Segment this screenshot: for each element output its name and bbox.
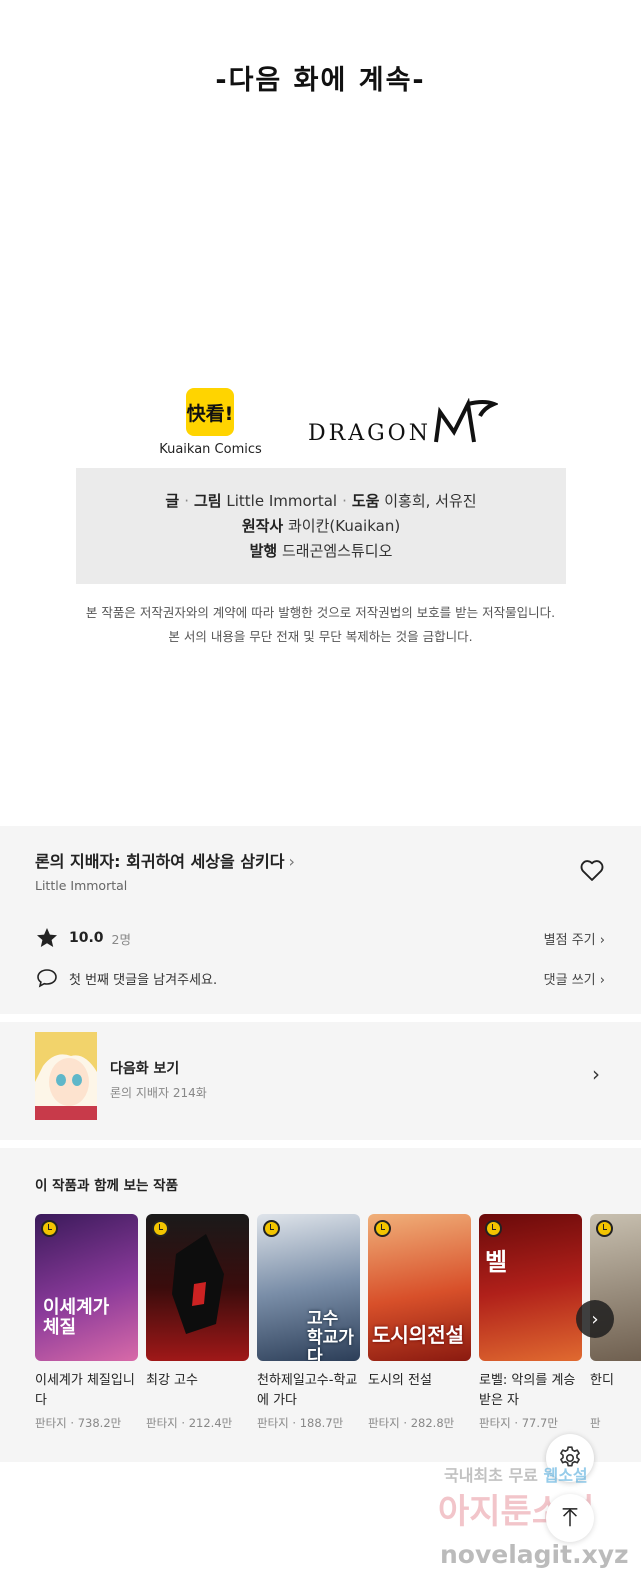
recommendation-views: 188.7만 [299, 1416, 344, 1430]
series-author: Little Immortal [35, 878, 128, 893]
rate-button[interactable]: 별점 주기 › [544, 929, 605, 948]
publisher-value: 드래곤엠스튜디오 [281, 541, 393, 560]
recommendations-section: 이 작품과 함께 보는 작품 이세계가 체질 이세계가 체질입니다 판타지 · … [0, 1148, 641, 1462]
recommendation-cover [590, 1214, 641, 1361]
recommendation-title: 최강 고수 [146, 1373, 198, 1388]
cover-title-text: 벨 [485, 1248, 508, 1276]
publisher-label: 발행 [249, 541, 278, 560]
cover-title-text: 도시의전설 [372, 1323, 464, 1347]
comment-row: 첫 번째 댓글을 남겨주세요. 댓글 쓰기 › [35, 966, 605, 990]
chevron-right-icon: › [599, 972, 605, 988]
recommendation-cover: 벨 [479, 1214, 582, 1361]
scroll-to-top-button[interactable] [546, 1494, 594, 1542]
write-comment-button[interactable]: 댓글 쓰기 › [544, 969, 605, 988]
clock-badge-icon [596, 1220, 613, 1237]
credit-line-author: 글 · 그림 Little Immortal · 도움 이홍희, 서유진 [165, 491, 477, 510]
recommendation-card[interactable]: 이세계가 체질 이세계가 체질입니다 판타지 · 738.2만 [35, 1214, 138, 1431]
recommendation-title: 도시의 전설 [368, 1373, 432, 1388]
viewer-page: -다음 화에 계속- 快看! Kuaikan Comics DRAGON 글 · 그… [0, 0, 641, 1587]
chevron-right-icon: › [591, 1308, 599, 1330]
site-watermark: 국내최초 무료 웹소설 아지툰소설 novelagit.xyz [434, 1462, 634, 1582]
next-episode-card[interactable]: 다음화 보기 론의 지배자 214화 › [0, 1022, 641, 1140]
recommendation-cover [146, 1214, 249, 1361]
original-value: 콰이칸(Kuaikan) [288, 516, 401, 535]
star-icon [37, 928, 57, 947]
recommendation-genre: 판타지 [146, 1416, 178, 1430]
clock-badge-icon [41, 1220, 58, 1237]
clock-badge-icon [374, 1220, 391, 1237]
comment-prompt: 첫 번째 댓글을 남겨주세요. [69, 972, 218, 988]
speech-bubble-icon [37, 969, 57, 988]
clock-badge-icon [263, 1220, 280, 1237]
rating-value: 10.0 [69, 930, 104, 946]
recommendation-title: 이세계가 체질입니다 [35, 1373, 135, 1408]
recommendation-genre: 판타지 [479, 1416, 511, 1430]
svg-text:DRAGON: DRAGON [308, 421, 431, 446]
chevron-right-icon: › [599, 932, 605, 948]
recommendation-title: 로벨: 악의를 계승받은 자 [479, 1373, 576, 1408]
next-episode-label: 다음화 보기 [110, 1061, 180, 1077]
recommendation-genre: 판타지 [368, 1416, 400, 1430]
kuaikan-logo: 快看! [186, 388, 234, 436]
watermark-line3: novelagit.xyz [440, 1540, 629, 1569]
author-name: Little Immortal [226, 491, 338, 510]
recommendation-genre: 판타지 [257, 1416, 289, 1430]
recommendation-meta: 판타지 · 282.8만 [368, 1416, 455, 1430]
assistant-names: 이홍희, 서유진 [384, 491, 477, 510]
next-episode-subtitle: 론의 지배자 214화 [110, 1086, 207, 1100]
recommendation-card[interactable]: 벨 로벨: 악의를 계승받은 자 판타지 · 77.7만 [479, 1214, 582, 1431]
recommendation-title: 한디 [590, 1373, 614, 1388]
to-be-continued-text: -다음 화에 계속- [215, 65, 426, 96]
dragonm-logo: DRAGON [308, 398, 498, 446]
story-label: 글 [165, 491, 180, 510]
series-title-link[interactable]: 론의 지배자: 회귀하여 세상을 삼키다 › [35, 848, 295, 872]
arrow-up-icon [562, 1508, 578, 1527]
credit-line-original: 원작사 콰이칸(Kuaikan) [242, 516, 400, 537]
next-episode-thumbnail [35, 1032, 97, 1120]
assist-label: 도움 [351, 491, 380, 510]
credit-line-publisher: 발행 드래곤엠스튜디오 [250, 541, 393, 562]
recommendation-cover: 이세계가 체질 [35, 1214, 138, 1361]
recommendation-card[interactable]: 도시의전설 도시의 전설 판타지 · 282.8만 [368, 1214, 471, 1431]
recommendation-meta: 판타지 · 212.4만 [146, 1416, 233, 1430]
scroll-right-button[interactable]: › [576, 1300, 614, 1338]
series-info-panel: 론의 지배자: 회귀하여 세상을 삼키다 › Little Immortal 10… [0, 826, 641, 1014]
copyright-notice-2: 본 서의 내용을 무단 전재 및 무단 복제하는 것을 금합니다. [168, 629, 473, 644]
recommendation-meta: 판타지 · 77.7만 [479, 1416, 558, 1430]
settings-button[interactable] [546, 1434, 594, 1482]
rating-row: 10.0 2명 별점 주기 › [35, 926, 605, 950]
recommendation-card[interactable]: 고수 학교가다 천하제일고수-학교에 가다 판타지 · 188.7만 [257, 1214, 360, 1431]
original-label: 원작사 [241, 516, 284, 535]
recommendation-views: 282.8만 [410, 1416, 455, 1430]
kuaikan-label: Kuaikan Comics [159, 442, 262, 457]
recommendations-heading: 이 작품과 함께 보는 작품 [35, 1178, 178, 1194]
recommendation-meta: 판타지 · 738.2만 [35, 1416, 122, 1430]
art-label: 그림 [194, 491, 222, 510]
rate-label: 별점 주기 [543, 932, 596, 948]
write-comment-label: 댓글 쓰기 [543, 972, 596, 988]
gear-icon [560, 1446, 580, 1467]
cover-title-text: 이세계가 체질 [43, 1297, 110, 1338]
chevron-right-icon: › [592, 1062, 600, 1086]
recommendation-genre: 판타지 [35, 1416, 67, 1430]
recommendation-views: 738.2만 [77, 1416, 122, 1430]
recommendation-cover: 도시의전설 [368, 1214, 471, 1361]
recommendation-cover: 고수 학교가다 [257, 1214, 360, 1361]
chevron-right-icon: › [288, 852, 295, 871]
recommendation-views: 77.7만 [521, 1416, 558, 1430]
copyright-notice-1: 본 작품은 저작권자와의 계약에 따라 발행한 것으로 저작권법의 보호를 받는… [85, 605, 556, 620]
heart-icon[interactable] [578, 856, 606, 884]
watermark-line1a: 국내최초 무료 [444, 1466, 538, 1485]
credits-box: 글 · 그림 Little Immortal · 도움 이홍희, 서유진 원작사 콰이칸… [76, 468, 566, 584]
recommendation-views: 212.4만 [188, 1416, 233, 1430]
cover-title-text: 고수 학교가다 [307, 1309, 354, 1362]
series-title: 론의 지배자: 회귀하여 세상을 삼키다 [35, 852, 285, 871]
rating-count: 2명 [111, 931, 131, 947]
clock-badge-icon [485, 1220, 502, 1237]
recommendation-meta: 판타지 · 188.7만 [257, 1416, 344, 1430]
recommendation-title: 천하제일고수-학교에 가다 [257, 1373, 358, 1408]
recommendation-card[interactable]: 최강 고수 판타지 · 212.4만 [146, 1214, 249, 1431]
recommendation-genre: 판 [590, 1416, 601, 1430]
